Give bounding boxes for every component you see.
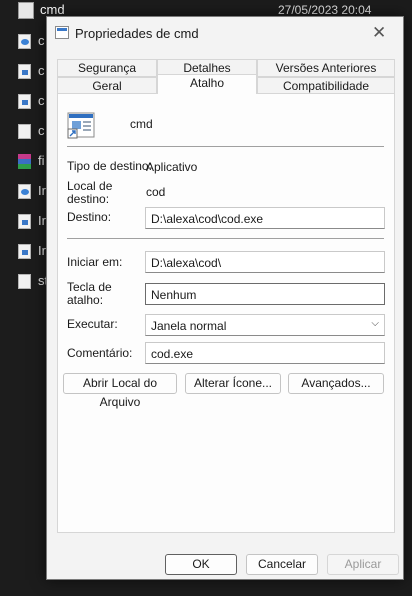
list-item[interactable]: Ir bbox=[0, 238, 46, 268]
comentario-label: Comentário: bbox=[67, 346, 133, 360]
tab-seguranca[interactable]: Segurança bbox=[57, 59, 157, 77]
divider bbox=[67, 238, 384, 239]
blue-doc-icon bbox=[18, 34, 31, 49]
list-item[interactable]: c bbox=[0, 118, 46, 148]
exe-icon bbox=[18, 214, 31, 229]
avancados-button[interactable]: Avançados... bbox=[288, 373, 384, 394]
background-file-list: c c c c fi Ir Ir Ir st bbox=[0, 28, 48, 298]
tecla-atalho-label: Tecla de atalho: bbox=[67, 280, 112, 307]
list-item[interactable]: c bbox=[0, 28, 46, 58]
iniciar-em-input[interactable]: D:\alexa\cod\ bbox=[145, 251, 385, 273]
doc-icon bbox=[18, 274, 31, 289]
local-destino-value: cod bbox=[146, 185, 166, 199]
chevron-down-icon: ⌵ bbox=[371, 318, 379, 329]
comentario-input[interactable]: cod.exe bbox=[145, 342, 385, 364]
list-item[interactable]: st bbox=[0, 268, 48, 298]
dialog-title: Propriedades de cmd bbox=[75, 26, 199, 41]
iniciar-em-label: Iniciar em: bbox=[67, 255, 123, 269]
ok-button[interactable]: OK bbox=[165, 554, 237, 575]
exe-icon bbox=[18, 94, 31, 109]
doc-icon bbox=[18, 124, 31, 139]
shortcut-name: cmd bbox=[130, 117, 153, 131]
cancel-button[interactable]: Cancelar bbox=[246, 554, 318, 575]
tab-atalho[interactable]: Atalho bbox=[157, 74, 257, 94]
local-destino-label: Local de destino: bbox=[67, 179, 113, 206]
list-item[interactable]: fi bbox=[0, 148, 46, 178]
destino-input[interactable]: D:\alexa\cod\cod.exe bbox=[145, 207, 385, 229]
close-icon: ✕ bbox=[372, 23, 387, 42]
list-item[interactable]: c bbox=[0, 88, 46, 118]
list-item[interactable]: c bbox=[0, 58, 46, 88]
alterar-icone-button[interactable]: Alterar Ícone... bbox=[185, 373, 281, 394]
abrir-local-button[interactable]: Abrir Local do Arquivo bbox=[63, 373, 177, 409]
exe-icon bbox=[18, 64, 31, 79]
divider bbox=[67, 146, 384, 147]
exe-icon bbox=[18, 244, 31, 259]
properties-dialog: Propriedades de cmd ✕ Segurança Detalhes… bbox=[46, 16, 404, 580]
tab-versoes-anteriores[interactable]: Versões Anteriores bbox=[257, 59, 395, 77]
executar-label: Executar: bbox=[67, 317, 118, 331]
shortcut-app-icon bbox=[55, 26, 69, 39]
list-item[interactable]: Ir bbox=[0, 208, 46, 238]
tipo-destino-value: Aplicativo bbox=[146, 160, 198, 174]
list-item[interactable]: Ir bbox=[0, 178, 46, 208]
background-title: cmd bbox=[40, 2, 65, 17]
close-button[interactable]: ✕ bbox=[357, 17, 403, 49]
background-datetime: 27/05/2023 20:04 bbox=[278, 3, 372, 17]
rar-icon bbox=[18, 154, 31, 169]
titlebar[interactable]: Propriedades de cmd ✕ bbox=[47, 17, 403, 49]
tecla-atalho-input[interactable]: Nenhum bbox=[145, 283, 385, 305]
apply-button[interactable]: Aplicar bbox=[327, 554, 399, 575]
blue-doc-icon bbox=[18, 184, 31, 199]
destino-label: Destino: bbox=[67, 210, 112, 224]
file-icon bbox=[18, 2, 34, 19]
executar-select[interactable]: Janela normal ⌵ bbox=[145, 314, 385, 336]
tipo-destino-label: Tipo de destino: bbox=[67, 159, 152, 173]
shortcut-large-icon bbox=[67, 111, 97, 139]
executar-value: Janela normal bbox=[151, 319, 227, 333]
